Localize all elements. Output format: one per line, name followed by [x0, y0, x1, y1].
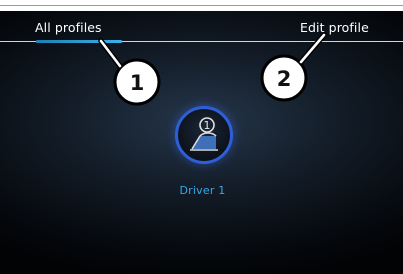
callout-1-label: 1: [130, 71, 145, 95]
callout-overlay: 1 2: [98, 32, 327, 106]
callout-1: 1: [98, 38, 161, 106]
callout-2: 2: [260, 32, 327, 102]
callout-2-label: 2: [277, 67, 292, 91]
